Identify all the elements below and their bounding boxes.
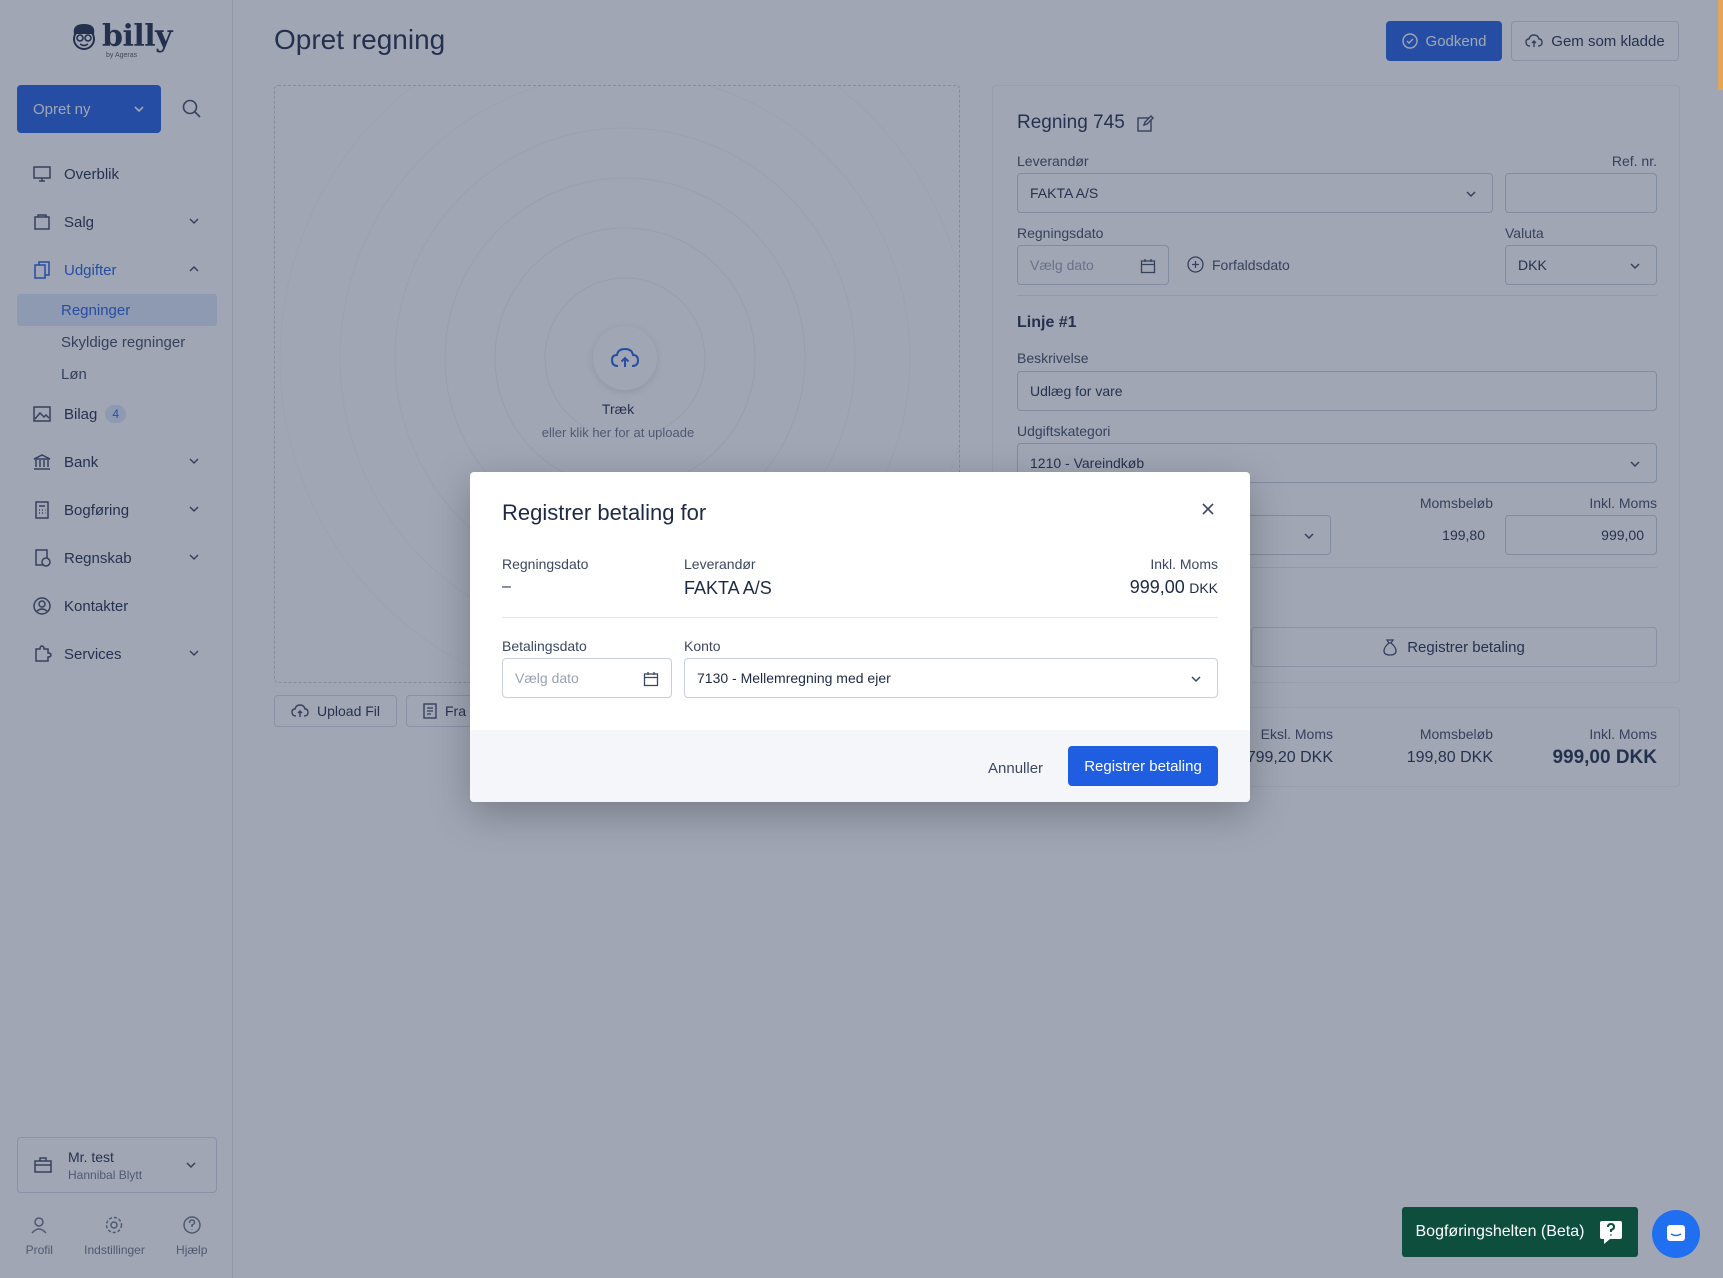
modal-incl-amount: 999,00 DKK [1010,577,1218,598]
payment-date-label: Betalingsdato [502,638,587,654]
payment-date-placeholder: Vælg dato [515,670,579,686]
modal-supplier-label: Leverandør [684,556,756,572]
cancel-button[interactable]: Annuller [980,750,1051,786]
close-button[interactable] [1198,500,1218,520]
account-select[interactable]: 7130 - Mellemregning med ejer [684,658,1218,698]
account-value: 7130 - Mellemregning med ejer [697,670,891,686]
chat-question-icon [1600,1221,1623,1244]
chat-launcher[interactable] [1652,1210,1700,1258]
modal-footer: Annuller Registrer betaling [470,730,1250,802]
chevron-down-icon [1191,676,1201,683]
account-label: Konto [684,638,721,654]
modal-incl-value: 999,00 [1129,577,1185,597]
scrollbar[interactable] [1718,0,1723,90]
chat-icon [1667,1225,1685,1241]
calendar-icon [643,672,659,687]
assistant-label: Bogføringshelten (Beta) [1415,1223,1585,1240]
modal-title: Registrer betaling for [502,500,707,525]
modal-incl-currency: DKK [1189,580,1218,596]
modal-divider [502,617,1218,618]
payment-date-input[interactable]: Vælg dato [502,658,672,698]
modal-supplier-value: FAKTA A/S [684,578,772,598]
register-payment-submit-button[interactable]: Registrer betaling [1068,746,1218,786]
register-payment-modal: Registrer betaling for Regningsdato – Le… [470,472,1250,802]
modal-bill-date-value: – [502,578,511,595]
modal-bill-date-label: Regningsdato [502,556,589,572]
bookkeeping-assistant-button[interactable]: Bogføringshelten (Beta) [1402,1207,1638,1257]
close-icon [1202,502,1214,515]
modal-incl-label: Inkl. Moms [1150,556,1218,572]
